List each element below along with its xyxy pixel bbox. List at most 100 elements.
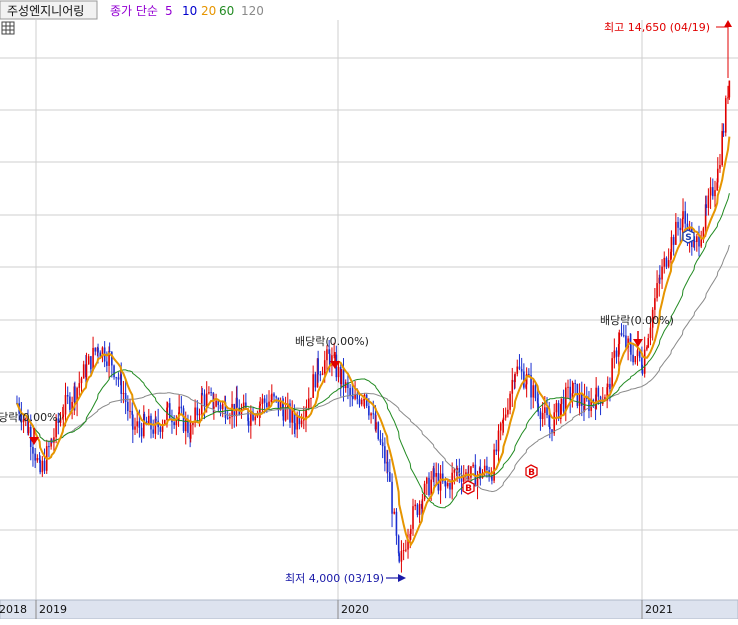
candle-body	[29, 426, 32, 447]
candle-body	[82, 364, 85, 379]
candle-body	[560, 398, 563, 405]
candle-body	[226, 417, 229, 419]
candle-body	[307, 398, 310, 410]
candle-body	[273, 393, 275, 397]
candle-body	[416, 504, 419, 515]
candle-body	[677, 221, 679, 228]
candle-body	[425, 477, 428, 484]
chart-background	[0, 0, 738, 625]
candle-body	[497, 430, 500, 452]
candle-body	[138, 421, 141, 428]
ma-5-label: 5	[165, 4, 173, 18]
candle-body	[675, 221, 677, 245]
candle-body	[583, 396, 586, 411]
candle-body	[296, 416, 298, 430]
candle-body	[247, 421, 250, 426]
ma-10-label: 10	[182, 4, 197, 18]
candle-body	[43, 460, 46, 471]
candle-body	[654, 298, 656, 310]
candle-body	[198, 413, 201, 416]
bottom-margin	[0, 619, 738, 625]
candle-body	[205, 393, 208, 407]
candle-body	[393, 511, 396, 514]
candle-body	[549, 426, 551, 430]
candle-body	[493, 449, 495, 481]
candle-body	[507, 409, 509, 415]
candle-body	[41, 460, 44, 473]
candle-body	[700, 239, 703, 247]
x-tick-label: 2021	[645, 603, 673, 616]
candle-body	[314, 374, 317, 388]
candle-body	[34, 453, 36, 461]
candle-body	[384, 446, 386, 464]
candle-body	[707, 195, 710, 208]
candle-body	[36, 458, 39, 461]
candle-body	[53, 437, 55, 443]
candle-body	[470, 466, 472, 478]
candle-body	[724, 98, 727, 133]
x-tick-label: 2019	[39, 603, 67, 616]
candle-body	[618, 332, 621, 345]
candle-body	[80, 378, 83, 384]
candle-body	[395, 511, 398, 536]
candle-body	[261, 398, 264, 404]
candle-body	[728, 80, 731, 98]
candle-body	[39, 459, 41, 473]
candle-body	[656, 283, 658, 299]
candle-body	[572, 383, 574, 394]
candle-body	[672, 237, 675, 245]
ma-60-label: 60	[219, 4, 234, 18]
candle-body	[722, 131, 725, 133]
candle-body	[511, 379, 514, 394]
candle-body	[210, 392, 212, 394]
candle-body	[698, 236, 700, 247]
candle-body	[69, 396, 71, 410]
candle-body	[414, 504, 417, 507]
dividend-label-2019: 배당락(0.00%)	[295, 335, 369, 348]
candle-body	[358, 399, 361, 405]
candle-body	[319, 374, 322, 376]
candle-body	[696, 236, 698, 242]
candle-body	[405, 549, 407, 551]
table-icon[interactable]	[1, 21, 15, 35]
candle-body	[368, 405, 370, 416]
candle-body	[534, 385, 537, 399]
candle-body	[682, 211, 684, 219]
candle-body	[518, 366, 521, 369]
candle-body	[173, 422, 175, 426]
buy-signal-marker: B	[525, 464, 538, 479]
candle-body	[649, 327, 652, 339]
candle-body	[108, 350, 111, 353]
candle-body	[458, 468, 461, 476]
candle-body	[520, 368, 523, 372]
candle-body	[711, 187, 714, 197]
candle-body	[430, 479, 432, 496]
candle-body	[78, 383, 81, 388]
candle-body	[180, 406, 183, 409]
candle-body	[326, 349, 328, 361]
candle-body	[632, 354, 634, 363]
candle-body	[609, 383, 611, 390]
candle-body	[647, 338, 650, 348]
candle-body	[62, 414, 65, 417]
candle-body	[495, 449, 498, 452]
candle-body	[398, 553, 401, 562]
candle-body	[310, 397, 312, 399]
candle-body	[389, 472, 391, 482]
candle-body	[340, 369, 343, 384]
candle-body	[509, 393, 511, 410]
candle-body	[567, 386, 569, 388]
candle-body	[446, 483, 449, 487]
candle-body	[282, 408, 285, 421]
candle-body	[661, 266, 663, 280]
candle-body	[189, 424, 192, 439]
candle-body	[641, 369, 644, 374]
candle-body	[679, 227, 682, 231]
candle-body	[705, 204, 707, 208]
candle-body	[201, 393, 204, 395]
candle-body	[397, 535, 400, 554]
low-price-label: 최저 4,000 (03/19)	[285, 572, 384, 585]
x-axis-strip	[0, 599, 738, 620]
candle-body	[486, 465, 488, 471]
candle-body	[150, 415, 152, 430]
